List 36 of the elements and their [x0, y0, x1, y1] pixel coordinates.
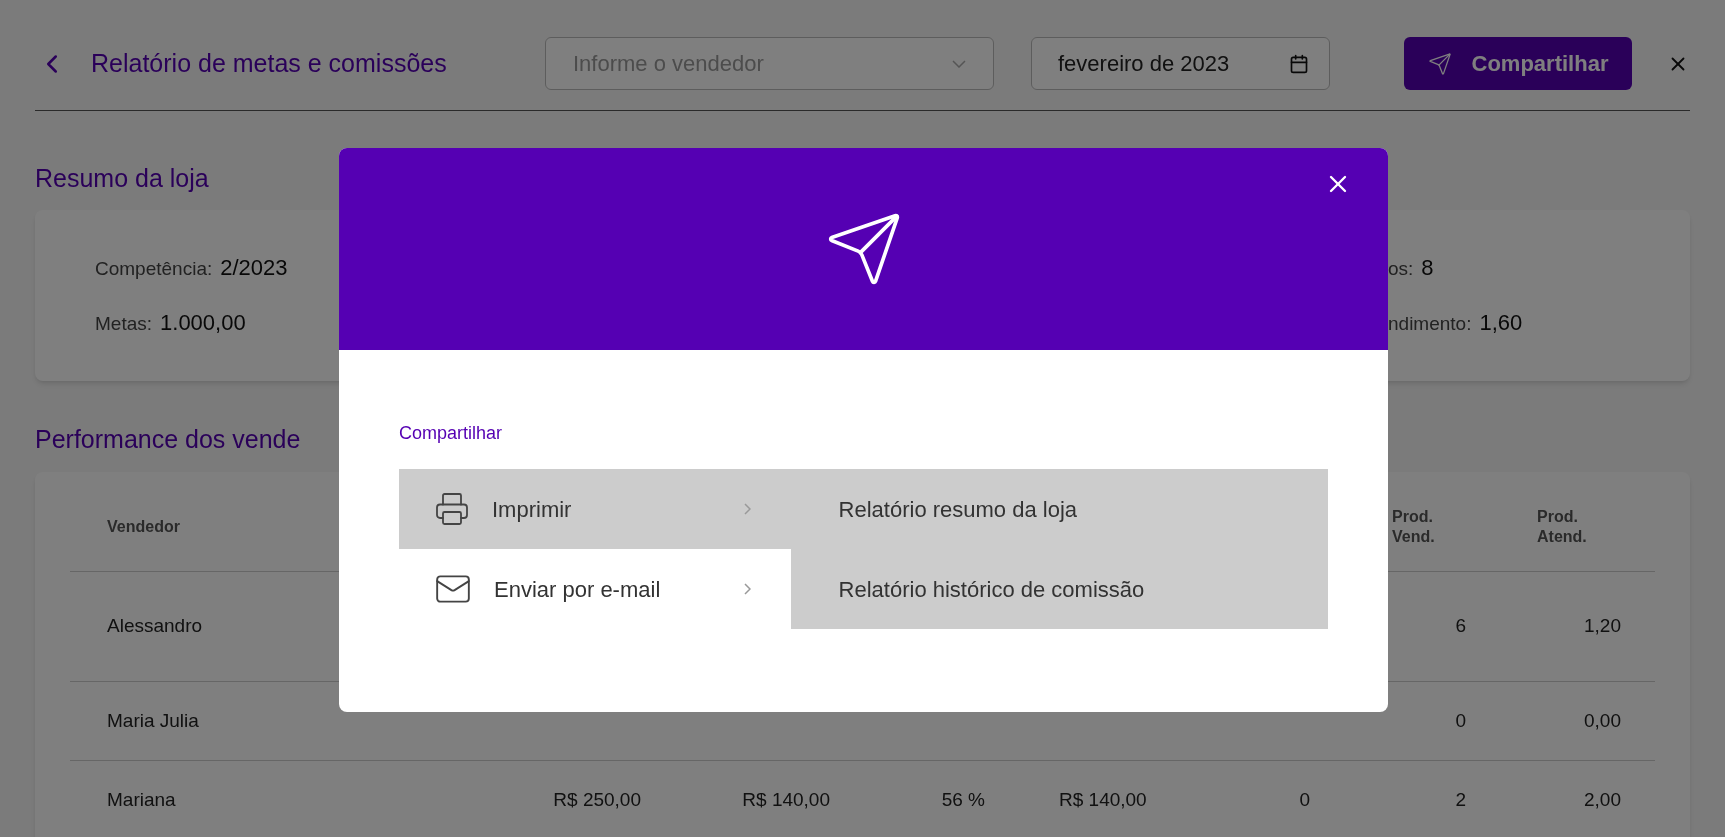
section-title: Performance dos vende: [35, 423, 301, 455]
table-cell: 1,20: [1584, 615, 1621, 637]
printer-icon: [434, 491, 470, 527]
submenu-item[interactable]: Relatório resumo da loja: [790, 469, 1328, 549]
chevron-right-icon: [743, 583, 751, 595]
table-cell: 2: [1455, 788, 1466, 810]
page-title: Relatório de metas e comissões: [91, 47, 448, 79]
table-cell: 6: [1455, 615, 1466, 637]
dialog-label: Compartilhar: [399, 422, 504, 445]
table-cell: 2,00: [1584, 788, 1621, 810]
table-cell: 56 %: [941, 788, 985, 810]
table-cell: Mariana: [107, 788, 176, 810]
table-cell: 0,00: [1584, 709, 1621, 731]
submenu-item[interactable]: Relatório histórico de comissão: [790, 549, 1328, 629]
table-cell: R$ 140,00: [1059, 788, 1147, 810]
table-cell: Alessandro: [107, 615, 203, 637]
summary-field: ndimento: 1,60: [1388, 306, 1523, 339]
calendar-icon[interactable]: [1289, 53, 1309, 74]
table-cell: R$ 140,00: [742, 788, 830, 810]
summary-field: Competência: 2/2023: [95, 251, 288, 284]
table-cell: R$ 250,00: [553, 788, 641, 810]
table-cell: Maria Julia: [107, 709, 199, 731]
table-cell: 0: [1299, 788, 1310, 810]
share-button[interactable]: Compartilhar: [1404, 37, 1632, 90]
column-header: Prod. Atend.: [1537, 506, 1588, 547]
section-title: Resumo da loja: [35, 163, 209, 194]
summary-field: Metas: 1.000,00: [95, 306, 246, 339]
column-header: Prod. Vend.: [1392, 506, 1436, 547]
chevron-right-icon: [743, 503, 751, 515]
menu-item[interactable]: Imprimir: [399, 469, 791, 549]
send-icon: [1427, 51, 1452, 76]
column-header: Vendedor: [107, 517, 180, 535]
month-field[interactable]: fevereiro de 2023: [1031, 37, 1330, 90]
table-cell: 0: [1455, 709, 1466, 731]
chevron-down-icon: [952, 59, 966, 68]
summary-field: os: 8: [1388, 251, 1434, 284]
